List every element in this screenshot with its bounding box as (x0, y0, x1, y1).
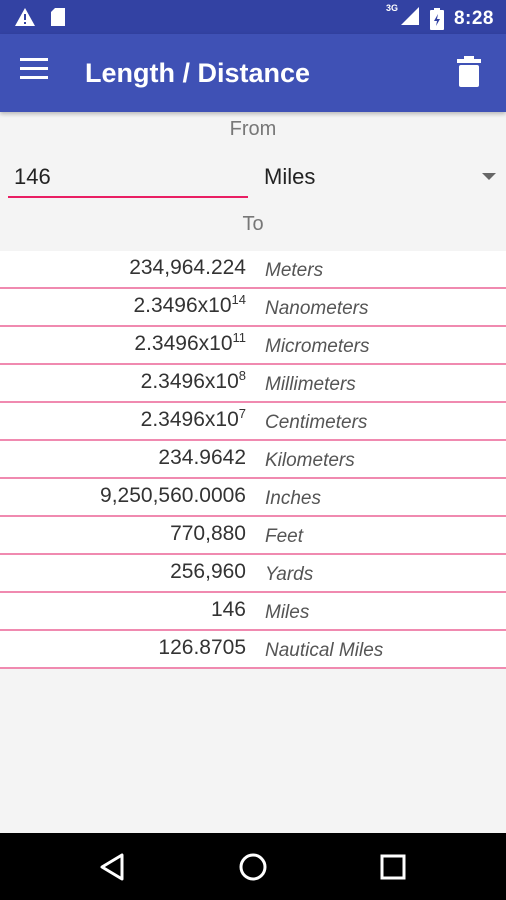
page-title: Length / Distance (85, 58, 311, 88)
result-row: 234,964.224 Meters (0, 251, 506, 289)
result-value: 234.9642 (158, 446, 246, 469)
result-unit: Kilometers (265, 450, 355, 471)
hamburger-menu-icon[interactable] (20, 58, 60, 88)
back-icon[interactable] (96, 850, 130, 884)
result-value: 234,964.224 (129, 256, 246, 279)
result-unit: Millimeters (265, 374, 356, 395)
result-row: 2.3496x1011 Micrometers (0, 327, 506, 365)
result-unit: Centimeters (265, 412, 368, 433)
battery-icon (429, 7, 444, 30)
signal-icon (400, 7, 419, 25)
result-value: 256,960 (170, 560, 246, 583)
trash-icon[interactable] (456, 56, 486, 90)
results-list: 234,964.224 Meters 2.3496x1014 Nanometer… (0, 251, 506, 669)
home-icon[interactable] (236, 850, 270, 884)
to-label: To (242, 213, 264, 235)
result-row: 2.3496x108 Millimeters (0, 365, 506, 403)
result-value: 2.3496x1011 (134, 330, 246, 355)
result-row: 770,880 Feet (0, 517, 506, 555)
result-row: 234.9642 Kilometers (0, 441, 506, 479)
result-row: 126.8705 Nautical Miles (0, 631, 506, 669)
result-value: 9,250,560.0006 (100, 484, 246, 507)
navigation-bar (0, 833, 506, 900)
value-input[interactable] (8, 158, 248, 196)
sd-card-icon (51, 8, 65, 26)
result-value: 2.3496x107 (140, 406, 246, 431)
result-row: 146 Miles (0, 593, 506, 631)
result-unit: Yards (265, 564, 314, 585)
result-value: 2.3496x1014 (133, 292, 246, 317)
result-unit: Micrometers (265, 336, 370, 357)
result-unit: Miles (265, 602, 310, 623)
result-value: 2.3496x108 (140, 368, 246, 393)
result-unit: Feet (265, 526, 304, 547)
value-input-field (8, 158, 248, 198)
result-row: 2.3496x107 Centimeters (0, 403, 506, 441)
status-bar: 3G 8:28 (0, 0, 506, 34)
from-unit-value: Miles (264, 164, 316, 189)
clock: 8:28 (453, 7, 494, 29)
result-value: 770,880 (170, 522, 246, 545)
result-value: 126.8705 (158, 636, 246, 659)
result-row: 256,960 Yards (0, 555, 506, 593)
result-unit: Nautical Miles (265, 640, 384, 661)
result-row: 9,250,560.0006 Inches (0, 479, 506, 517)
result-unit: Meters (265, 260, 324, 281)
result-value: 146 (210, 598, 246, 621)
recents-icon[interactable] (376, 850, 410, 884)
result-unit: Nanometers (265, 298, 369, 319)
app-bar: Length / Distance (0, 34, 506, 112)
from-unit-select[interactable]: Miles (264, 160, 500, 194)
from-label: From (229, 118, 277, 140)
warning-icon (15, 8, 35, 26)
result-row: 2.3496x1014 Nanometers (0, 289, 506, 327)
result-unit: Inches (265, 488, 321, 509)
dropdown-caret-icon (482, 173, 496, 180)
network-type-label: 3G (385, 3, 398, 13)
